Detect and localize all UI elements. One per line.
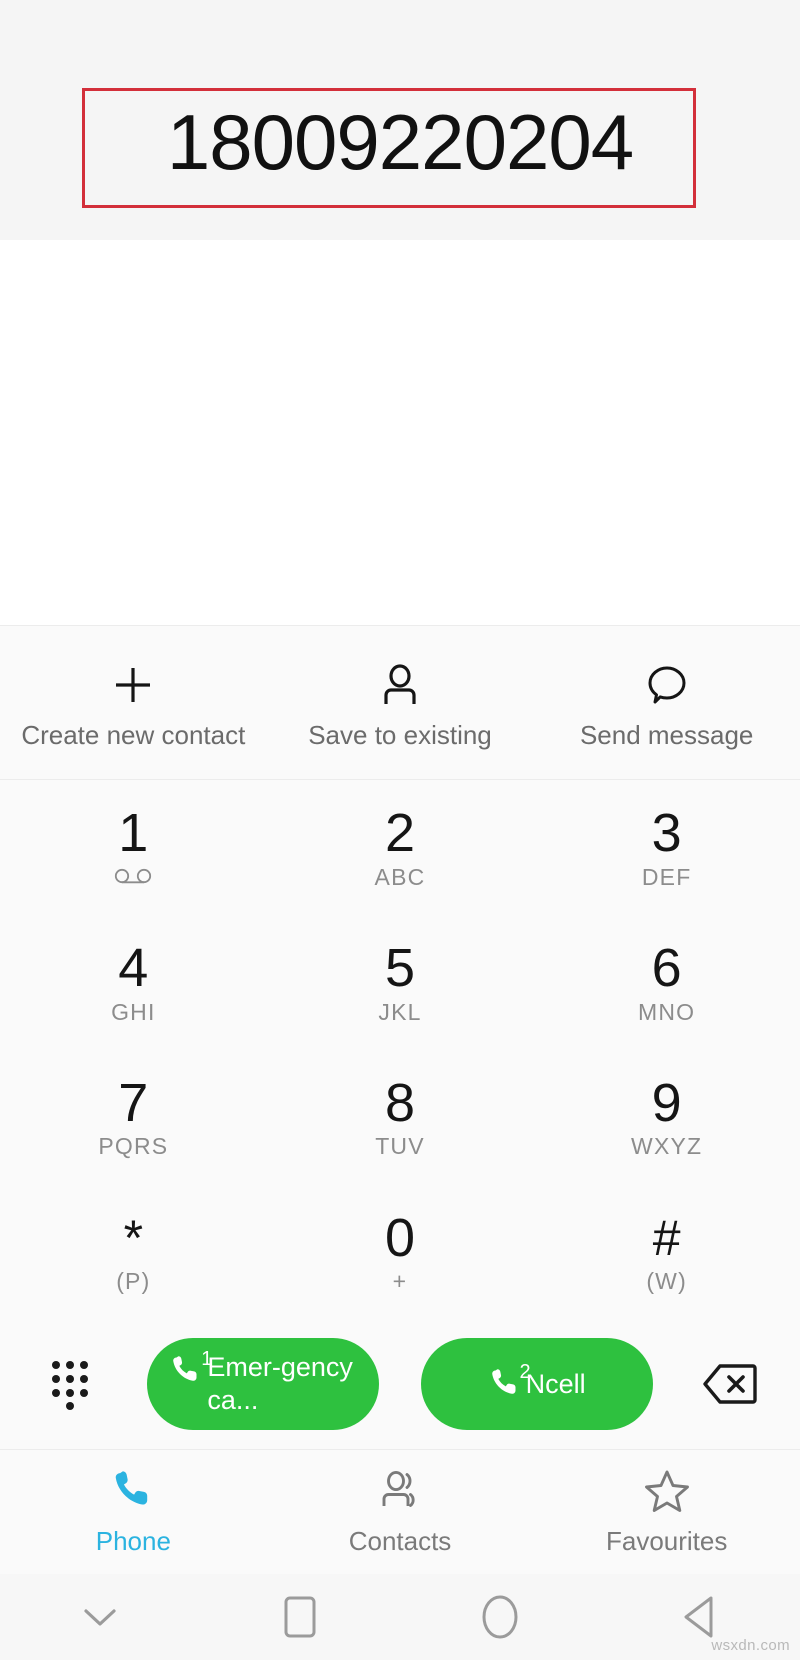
create-new-contact-button[interactable]: Create new contact — [0, 626, 267, 779]
save-to-existing-button[interactable]: Save to existing — [267, 626, 534, 779]
key-2[interactable]: 2 ABC — [267, 780, 534, 915]
person-icon — [377, 660, 423, 710]
tab-phone[interactable]: Phone — [0, 1450, 267, 1574]
contact-actions-row: Create new contact Save to existing Send… — [0, 625, 800, 779]
key-hash-sub: (W) — [646, 1268, 687, 1295]
call-button-sim1-emergency[interactable]: 1 Emer-gency ca... — [147, 1338, 380, 1430]
phone-handset-icon: 1 — [169, 1349, 212, 1392]
voicemail-icon — [111, 864, 155, 890]
key-hash[interactable]: # (W) — [533, 1184, 800, 1319]
key-3[interactable]: 3 DEF — [533, 780, 800, 915]
backspace-delete-icon[interactable] — [694, 1363, 766, 1405]
watermark: wsxdn.com — [711, 1637, 790, 1654]
key-7-digit: 7 — [118, 1072, 149, 1133]
call-button-sim2-label: Ncell — [525, 1368, 586, 1399]
phone-handset-icon: 2 — [488, 1362, 531, 1405]
key-9-digit: 9 — [651, 1072, 682, 1133]
send-message-button[interactable]: Send message — [533, 626, 800, 779]
key-6-letters: MNO — [638, 998, 696, 1025]
plus-icon — [110, 660, 156, 710]
key-8-letters: TUV — [375, 1133, 425, 1160]
dialer-screen: 18009220204 Create new contact Save to e… — [0, 0, 800, 1660]
key-hash-digit: # — [652, 1209, 681, 1266]
key-9-letters: WXYZ — [631, 1133, 703, 1160]
key-3-digit: 3 — [651, 803, 682, 864]
key-8[interactable]: 8 TUV — [267, 1050, 534, 1185]
tab-favourites[interactable]: Favourites — [533, 1450, 800, 1574]
key-8-digit: 8 — [384, 1072, 416, 1133]
key-star-sub: (P) — [116, 1268, 151, 1295]
tab-contacts[interactable]: Contacts — [267, 1450, 534, 1574]
contacts-people-icon — [377, 1467, 423, 1518]
key-7[interactable]: 7 PQRS — [0, 1050, 267, 1185]
key-0-digit: 0 — [384, 1207, 416, 1268]
key-star[interactable]: * (P) — [0, 1184, 267, 1319]
key-0[interactable]: 0 + — [267, 1184, 534, 1319]
key-6[interactable]: 6 MNO — [533, 915, 800, 1050]
bottom-tab-bar: Phone Contacts Favourites — [0, 1449, 800, 1574]
key-5[interactable]: 5 JKL — [267, 915, 534, 1050]
tab-favourites-label: Favourites — [605, 1526, 728, 1556]
key-9[interactable]: 9 WXYZ — [533, 1050, 800, 1185]
system-navigation-bar: wsxdn.com — [0, 1574, 800, 1660]
message-bubble-icon — [644, 660, 690, 710]
circle-home-icon[interactable] — [455, 1584, 545, 1650]
call-button-sim1-label: Emer-gency ca... — [207, 1352, 353, 1415]
sim-badge-1: 1 — [201, 1348, 213, 1370]
star-icon — [644, 1467, 690, 1518]
key-1-digit: 1 — [118, 803, 149, 864]
key-5-digit: 5 — [384, 938, 416, 999]
key-4[interactable]: 4 GHI — [0, 915, 267, 1050]
tab-contacts-label: Contacts — [348, 1526, 452, 1556]
dialpad-dots-icon[interactable] — [34, 1356, 106, 1412]
call-action-row: 1 Emer-gency ca... 2 Ncell — [0, 1319, 800, 1449]
key-3-letters: DEF — [641, 863, 692, 890]
key-1[interactable]: 1 — [0, 780, 267, 915]
call-log-empty-area — [0, 240, 800, 625]
chevron-down-icon[interactable] — [55, 1584, 145, 1650]
key-2-letters: ABC — [374, 863, 426, 890]
square-recents-icon[interactable] — [255, 1584, 345, 1650]
send-message-label: Send message — [579, 720, 754, 750]
save-to-existing-label: Save to existing — [308, 720, 492, 750]
sim-badge-2: 2 — [519, 1360, 531, 1383]
key-2-digit: 2 — [384, 803, 416, 864]
dialed-number: 18009220204 — [166, 98, 634, 186]
key-5-letters: JKL — [378, 998, 422, 1025]
key-star-digit: * — [123, 1209, 144, 1266]
dialpad-grid: 1 2 ABC 3 DEF 4 GHI 5 JKL 6 MNO 7 PQRS 8… — [0, 779, 800, 1319]
call-button-sim2-ncell[interactable]: 2 Ncell — [420, 1338, 653, 1430]
tab-phone-label: Phone — [95, 1526, 171, 1556]
key-4-digit: 4 — [118, 938, 149, 999]
key-0-sub: + — [392, 1268, 408, 1295]
key-7-letters: PQRS — [98, 1133, 169, 1160]
create-new-contact-label: Create new contact — [21, 720, 246, 750]
number-display-area[interactable]: 18009220204 — [0, 0, 800, 240]
key-6-digit: 6 — [651, 938, 682, 999]
phone-handset-icon — [110, 1467, 156, 1518]
key-4-letters: GHI — [111, 998, 156, 1025]
